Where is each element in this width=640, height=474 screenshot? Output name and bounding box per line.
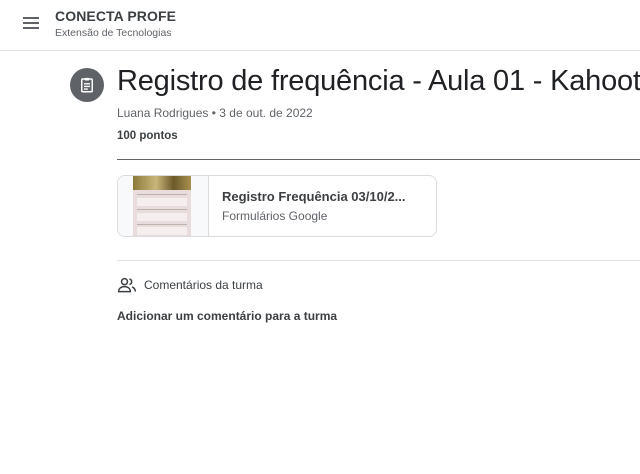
- comments-divider: [117, 260, 640, 261]
- hamburger-menu-icon[interactable]: [18, 11, 46, 35]
- assignment-points: 100 pontos: [117, 130, 178, 142]
- google-form-thumbnail: [118, 176, 209, 236]
- class-name[interactable]: CONECTA PROFE: [55, 8, 176, 24]
- header-divider: [117, 159, 640, 160]
- meta-separator: •: [211, 106, 216, 120]
- add-class-comment-button[interactable]: Adicionar um comentário para a turma: [117, 309, 337, 323]
- assignment-icon: [70, 68, 104, 102]
- class-subtitle: Extensão de Tecnologias: [55, 27, 172, 39]
- attachment-card[interactable]: Registro Frequência 03/10/2... Formulári…: [117, 175, 437, 237]
- people-icon: [117, 277, 137, 293]
- attachment-title[interactable]: Registro Frequência 03/10/2...: [222, 189, 427, 204]
- attachment-type: Formulários Google: [222, 209, 328, 223]
- top-app-bar: CONECTA PROFE Extensão de Tecnologias: [0, 0, 640, 51]
- class-comments-label: Comentários da turma: [144, 278, 263, 292]
- assignment-meta: Luana Rodrigues • 3 de out. de 2022: [117, 106, 313, 120]
- author-name: Luana Rodrigues: [117, 106, 209, 120]
- assignment-date: 3 de out. de 2022: [219, 106, 313, 120]
- assignment-title: Registro de frequência - Aula 01 - Kahoo…: [117, 65, 640, 97]
- clipboard-icon: [81, 77, 93, 93]
